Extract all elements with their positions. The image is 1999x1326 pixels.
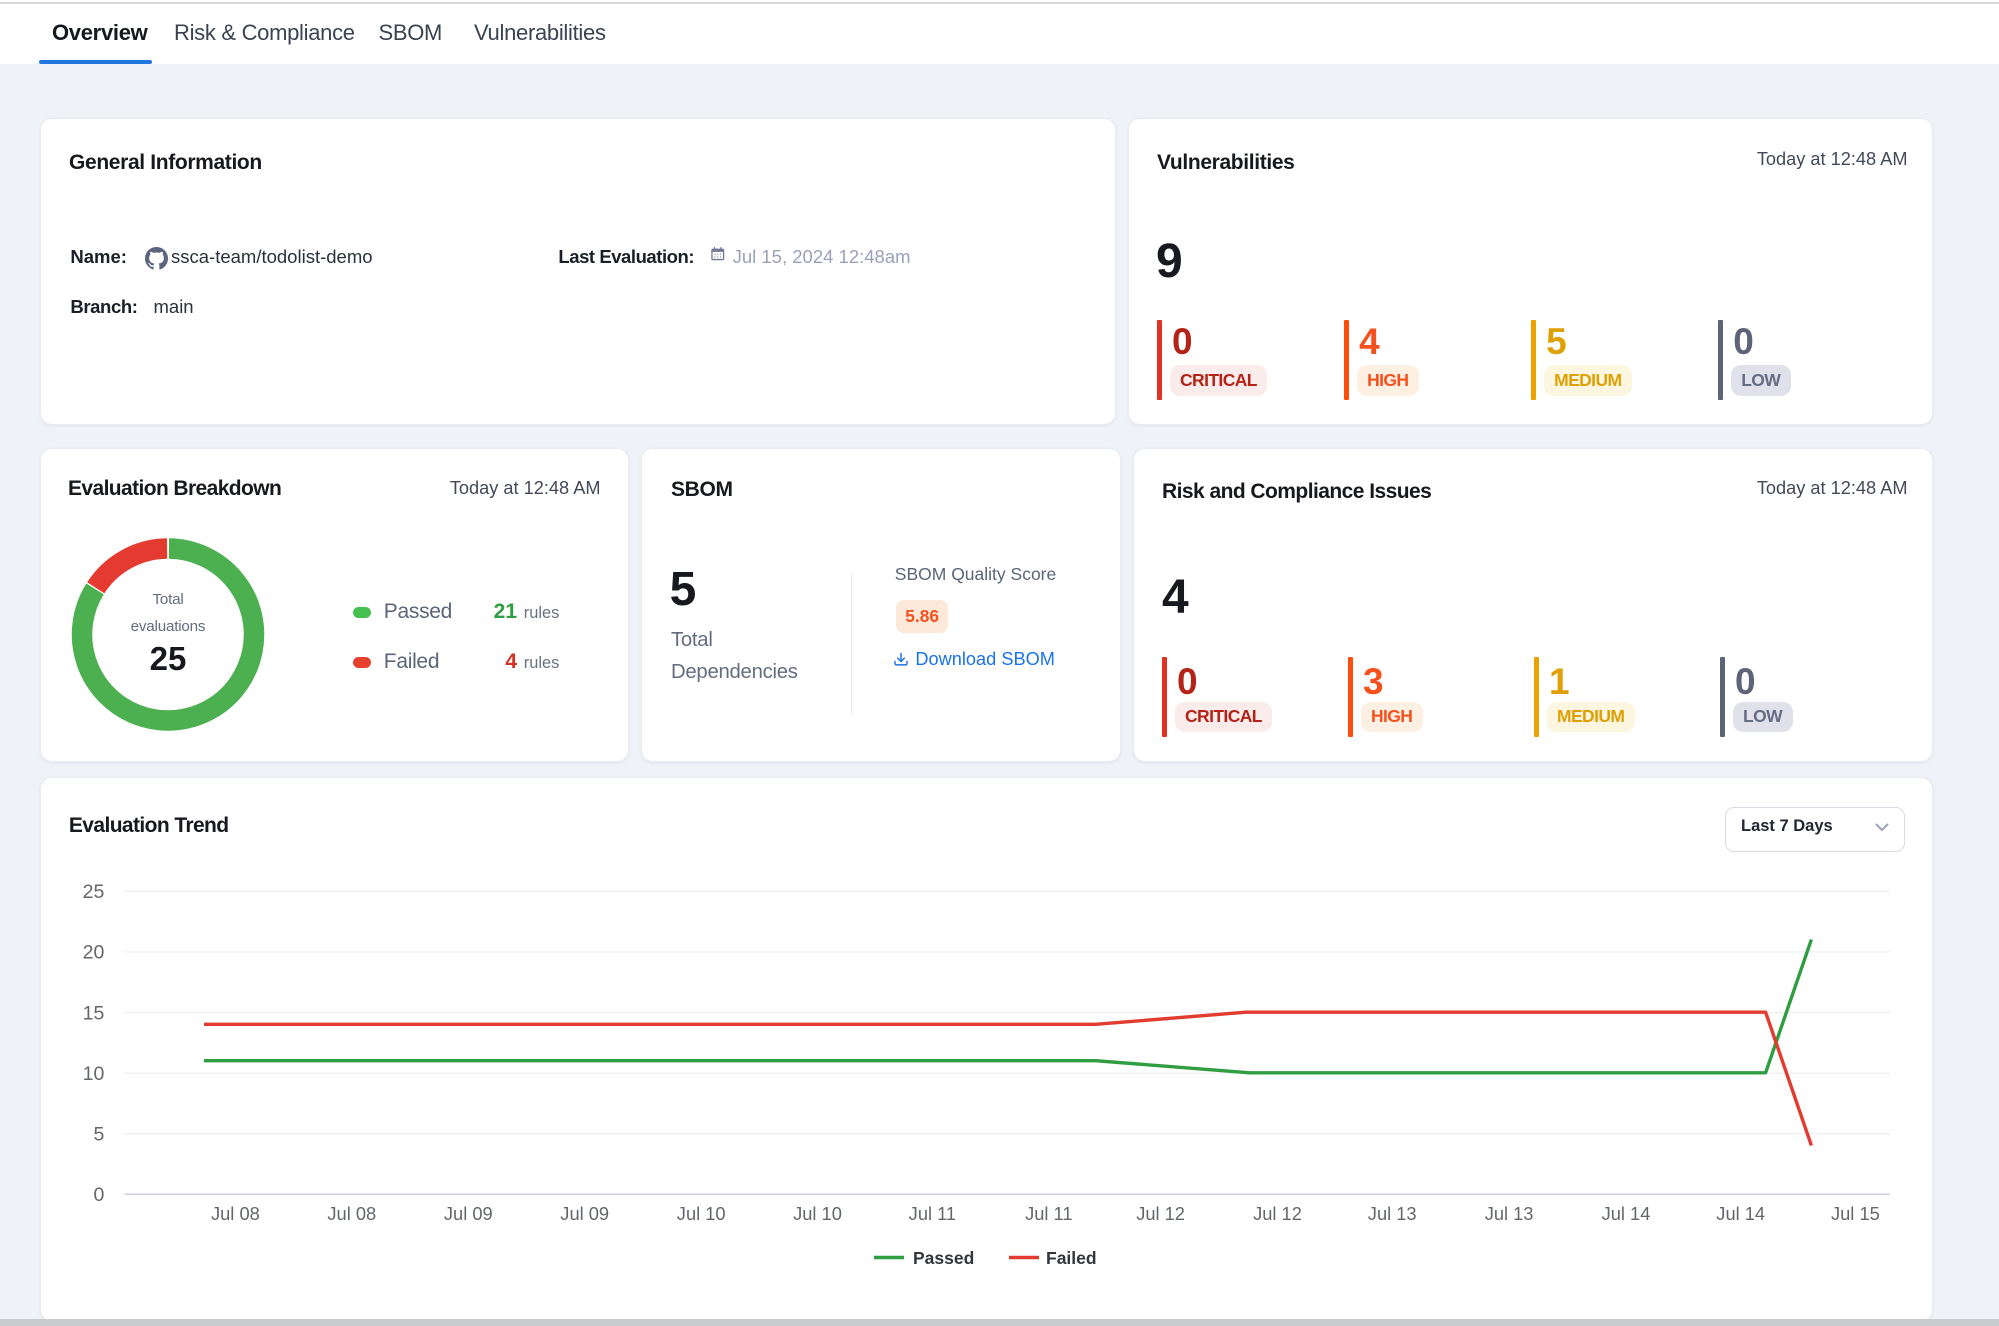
svg-text:Jul 13: Jul 13 — [1485, 1203, 1534, 1224]
svg-text:Jul 12: Jul 12 — [1136, 1203, 1185, 1224]
svg-text:Jul 15: Jul 15 — [1831, 1203, 1880, 1224]
svg-text:Jul 09: Jul 09 — [560, 1203, 609, 1224]
svg-text:Jul 11: Jul 11 — [909, 1203, 956, 1224]
svg-text:Jul 13: Jul 13 — [1368, 1203, 1417, 1224]
svg-text:Passed: Passed — [913, 1248, 974, 1268]
svg-text:10: 10 — [83, 1063, 105, 1085]
svg-text:Jul 08: Jul 08 — [327, 1203, 376, 1224]
svg-text:Jul 12: Jul 12 — [1253, 1203, 1302, 1224]
svg-text:Jul 14: Jul 14 — [1602, 1203, 1651, 1224]
svg-text:5: 5 — [93, 1124, 104, 1146]
svg-text:Jul 10: Jul 10 — [677, 1203, 726, 1224]
svg-text:Jul 08: Jul 08 — [211, 1203, 260, 1224]
svg-text:Jul 11: Jul 11 — [1025, 1203, 1072, 1224]
svg-text:Jul 09: Jul 09 — [444, 1203, 493, 1224]
svg-text:25: 25 — [83, 881, 105, 903]
svg-text:Failed: Failed — [1046, 1248, 1097, 1268]
svg-text:15: 15 — [83, 1002, 105, 1024]
svg-text:Jul 14: Jul 14 — [1716, 1203, 1765, 1224]
svg-text:Jul 10: Jul 10 — [793, 1203, 842, 1224]
svg-text:20: 20 — [83, 942, 105, 964]
svg-text:0: 0 — [93, 1184, 104, 1206]
